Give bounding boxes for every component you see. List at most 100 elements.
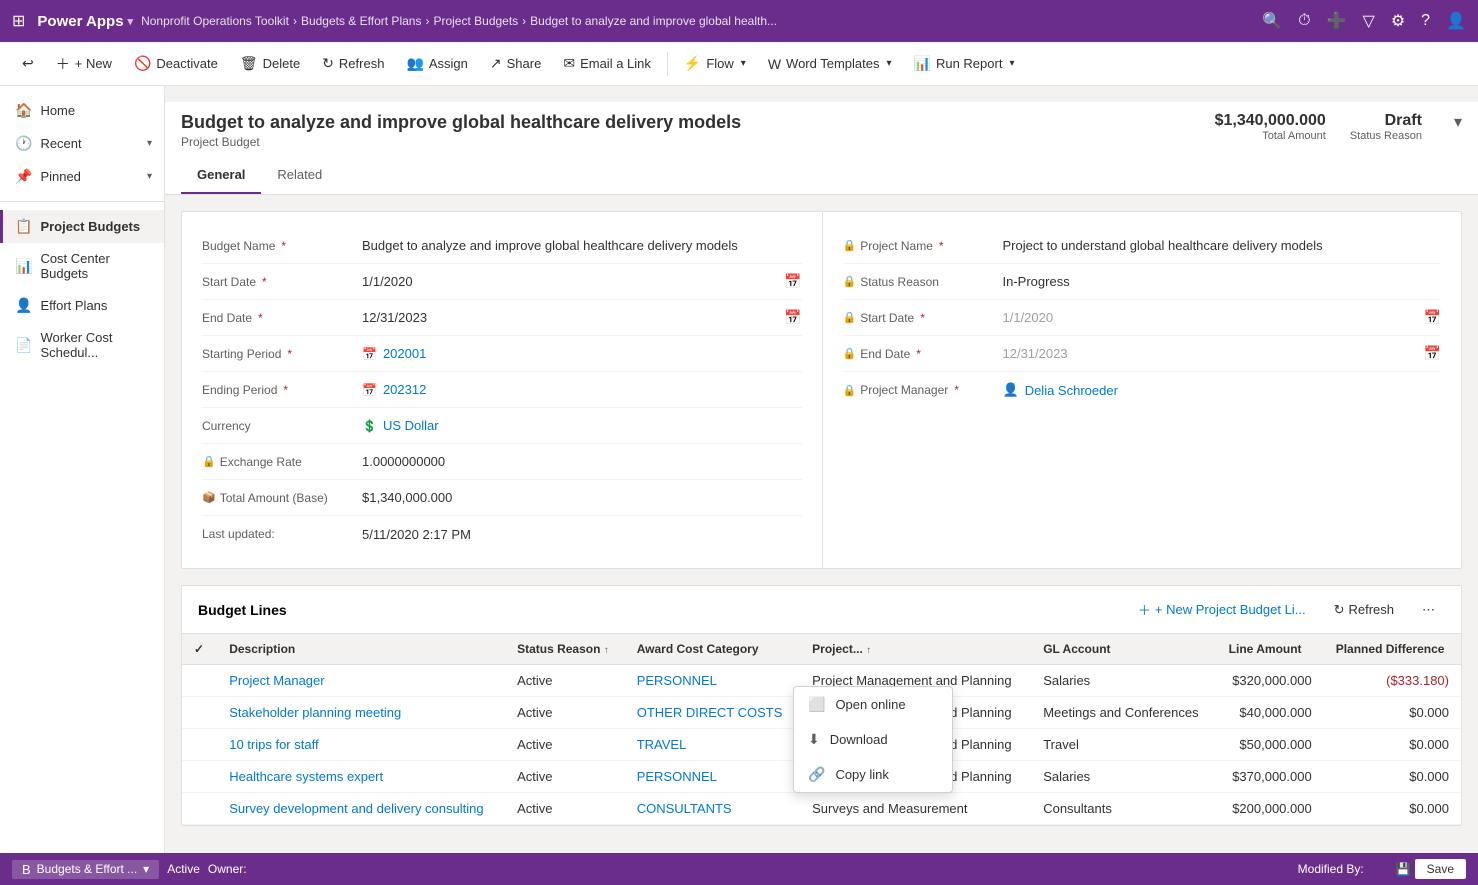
col-status[interactable]: Status Reason ↑	[505, 634, 625, 665]
expand-button[interactable]: ▾	[1454, 112, 1462, 132]
row-description[interactable]: Project Manager	[217, 665, 505, 697]
pinned-chevron: ▾	[147, 171, 152, 182]
start-date-calendar-icon[interactable]: 📅	[784, 273, 801, 290]
help-icon[interactable]: ?	[1421, 12, 1430, 30]
record-title: Budget to analyze and improve global hea…	[181, 112, 741, 133]
tab-general[interactable]: General	[181, 157, 261, 194]
user-icon[interactable]: 👤	[1446, 11, 1466, 31]
col-planned-diff[interactable]: Planned Difference	[1324, 634, 1461, 665]
nav-icons: 🔍 ⏱ ➕ ▽ ⚙ ? 👤	[1262, 11, 1466, 31]
row-check[interactable]	[182, 665, 217, 697]
sidebar-item-recent[interactable]: 🕐 Recent ▾	[0, 127, 164, 160]
context-menu-copy-link[interactable]: 🔗 Copy link	[794, 757, 952, 792]
run-report-button[interactable]: 📊 Run Report	[904, 50, 1025, 77]
download-icon: ⬇	[808, 731, 820, 748]
context-menu: ⬜ Open online ⬇ Download 🔗 Copy link	[793, 686, 953, 793]
filter-icon[interactable]: ▽	[1363, 11, 1375, 31]
row-diff: $0.000	[1324, 729, 1461, 761]
refresh-icon: ↻	[322, 55, 334, 72]
lock-icon-pend: 🔒	[843, 347, 857, 360]
status-reason-meta: Draft Status Reason	[1350, 112, 1422, 142]
field-budget-name: Budget Name * Budget to analyze and impr…	[202, 228, 802, 264]
field-currency: Currency 💲 US Dollar	[202, 408, 802, 444]
back-button[interactable]: ↩	[12, 50, 44, 77]
col-check[interactable]: ✓	[182, 634, 217, 665]
breadcrumb-item-1[interactable]: Nonprofit Operations Toolkit	[141, 14, 289, 28]
sidebar-item-home[interactable]: 🏠 Home	[0, 94, 164, 127]
assign-button[interactable]: 👥 Assign	[396, 50, 477, 77]
deactivate-button[interactable]: 🚫 Deactivate	[124, 50, 228, 77]
row-check[interactable]	[182, 793, 217, 825]
row-check[interactable]	[182, 761, 217, 793]
email-link-button[interactable]: ✉ Email a Link	[553, 50, 661, 77]
budget-lines-more-button[interactable]: ⋯	[1412, 598, 1445, 622]
lock-icon-status: 🔒	[843, 275, 857, 288]
sidebar-item-cost-center-budgets[interactable]: 📊 Cost Center Budgets	[0, 243, 164, 289]
row-award-cost: TRAVEL	[625, 729, 800, 761]
save-button[interactable]: Save	[1415, 859, 1466, 879]
breadcrumb-item-3[interactable]: Project Budgets	[433, 14, 518, 28]
settings-icon[interactable]: ⚙	[1391, 11, 1405, 31]
new-budget-line-button[interactable]: ＋ + New Project Budget Li...	[1128, 596, 1316, 623]
lock-icon-pstart: 🔒	[843, 311, 857, 324]
worker-cost-icon: 📄	[15, 337, 32, 354]
row-amount: $370,000.000	[1217, 761, 1324, 793]
col-award-cost[interactable]: Award Cost Category	[625, 634, 800, 665]
status-bar: B Budgets & Effort ... ▾ Active Owner: M…	[0, 853, 1478, 885]
sidebar-item-project-budgets[interactable]: 📋 Project Budgets	[0, 210, 164, 243]
search-icon[interactable]: 🔍	[1262, 11, 1282, 31]
copy-link-icon: 🔗	[808, 766, 825, 783]
row-award-cost: PERSONNEL	[625, 761, 800, 793]
end-date-calendar-icon[interactable]: 📅	[784, 309, 801, 326]
new-button[interactable]: ＋ + New	[46, 49, 122, 79]
breadcrumb-item-2[interactable]: Budgets & Effort Plans	[301, 14, 422, 28]
lock-icon-exchange: 🔒	[202, 455, 216, 468]
project-start-cal-icon: 📅	[1424, 309, 1441, 326]
row-description[interactable]: Survey development and delivery consulti…	[217, 793, 505, 825]
col-gl-account[interactable]: GL Account	[1031, 634, 1216, 665]
row-check[interactable]	[182, 729, 217, 761]
app-name[interactable]: Power Apps ▾	[37, 13, 133, 30]
budget-lines-refresh-button[interactable]: ↻ Refresh	[1324, 598, 1404, 622]
owner-label: Owner:	[208, 862, 247, 876]
status-bar-right: Modified By: 💾 Save	[1298, 859, 1466, 879]
row-status: Active	[505, 729, 625, 761]
context-menu-download[interactable]: ⬇ Download	[794, 722, 952, 757]
deactivate-icon: 🚫	[134, 55, 151, 72]
sidebar-item-pinned[interactable]: 📌 Pinned ▾	[0, 160, 164, 193]
row-status: Active	[505, 793, 625, 825]
sidebar-item-effort-plans[interactable]: 👤 Effort Plans	[0, 289, 164, 322]
col-line-amount[interactable]: Line Amount	[1217, 634, 1324, 665]
tab-related[interactable]: Related	[261, 157, 338, 194]
delete-button[interactable]: 🗑 Delete	[230, 50, 310, 77]
row-diff: $0.000	[1324, 761, 1461, 793]
row-gl: Meetings and Conferences	[1031, 697, 1216, 729]
add-icon[interactable]: ➕	[1327, 11, 1347, 31]
row-description[interactable]: 10 trips for staff	[217, 729, 505, 761]
breadcrumb: Nonprofit Operations Toolkit › Budgets &…	[141, 14, 1254, 28]
assign-icon: 👥	[406, 55, 423, 72]
row-gl: Salaries	[1031, 665, 1216, 697]
flow-button[interactable]: ⚡ Flow	[674, 50, 756, 77]
row-description[interactable]: Healthcare systems expert	[217, 761, 505, 793]
field-exchange-rate: 🔒 Exchange Rate 1.0000000000	[202, 444, 802, 480]
share-button[interactable]: ↗ Share	[480, 50, 551, 77]
grid-icon[interactable]: ⊞	[12, 11, 25, 31]
sidebar-item-worker-cost-schedule[interactable]: 📄 Worker Cost Schedul...	[0, 322, 164, 368]
context-menu-open-online[interactable]: ⬜ Open online	[794, 687, 952, 722]
status-app-label[interactable]: B Budgets & Effort ... ▾	[12, 860, 159, 879]
row-award-cost: PERSONNEL	[625, 665, 800, 697]
col-description[interactable]: Description	[217, 634, 505, 665]
word-templates-button[interactable]: W Word Templates	[758, 51, 902, 77]
table-row: Survey development and delivery consulti…	[182, 793, 1461, 825]
app-name-chevron: ▾	[128, 15, 134, 28]
sidebar-divider-1	[0, 201, 164, 202]
refresh-button[interactable]: ↻ Refresh	[312, 50, 394, 77]
more-icon: ⋯	[1422, 602, 1435, 618]
field-project-name: 🔒 Project Name * Project to understand g…	[843, 228, 1442, 264]
col-project[interactable]: Project... ↑	[800, 634, 1031, 665]
row-check[interactable]	[182, 697, 217, 729]
row-description[interactable]: Stakeholder planning meeting	[217, 697, 505, 729]
field-last-updated: Last updated: 5/11/2020 2:17 PM	[202, 516, 802, 552]
recent-icon[interactable]: ⏱	[1298, 12, 1310, 30]
